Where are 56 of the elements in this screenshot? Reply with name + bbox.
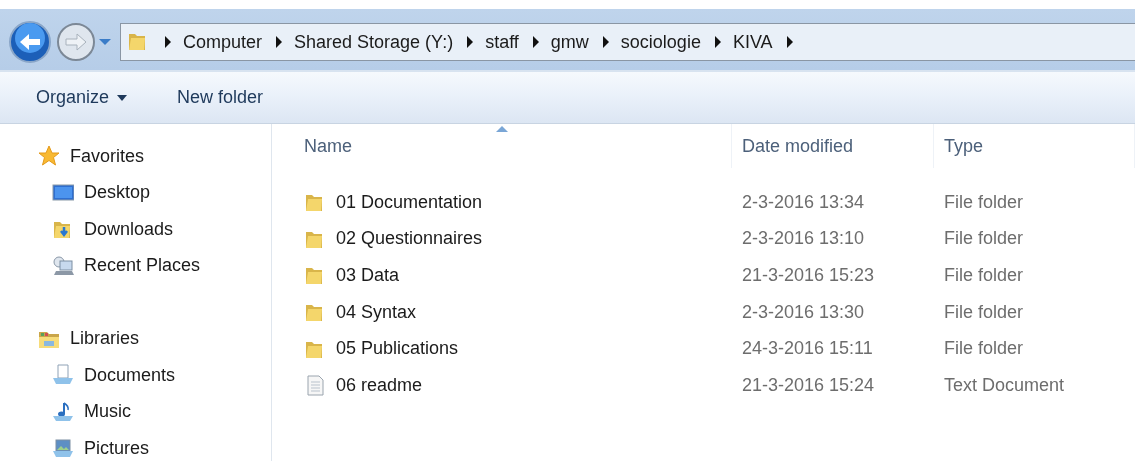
file-name[interactable]: 01 Documentation <box>336 191 483 213</box>
file-type: File folder <box>944 228 1024 249</box>
music-note-icon <box>52 400 74 423</box>
sidebar-item[interactable]: Downloads <box>0 211 174 248</box>
breadcrumb-item[interactable]: Shared Storage (Y:) <box>284 31 466 53</box>
sidebar-item[interactable]: Desktop <box>0 174 151 211</box>
chevron-icon <box>530 35 541 49</box>
breadcrumb-item[interactable]: Computer <box>173 31 275 53</box>
breadcrumb-item[interactable]: KIVA <box>722 31 785 53</box>
breadcrumb-item[interactable]: sociologie <box>610 31 713 53</box>
file-type: Text Document <box>944 374 1065 395</box>
date-modified: 2-3-2016 13:34 <box>742 191 865 212</box>
chevron-icon <box>712 35 723 49</box>
date-modified: 24-3-2016 15:11 <box>742 338 873 359</box>
date-modified: 21-3-2016 15:23 <box>742 265 875 285</box>
column-header[interactable]: Date modified <box>732 124 934 168</box>
address-bar[interactable]: Computer Shared Storage (Y:) staff gmw sociologie KIVA <box>120 23 1135 61</box>
recent-places-icon <box>52 254 74 277</box>
file-name[interactable]: 05 Publications <box>336 338 459 360</box>
column-header[interactable]: Name <box>272 124 732 168</box>
breadcrumb-item[interactable]: staff <box>475 31 531 53</box>
sidebar-item[interactable]: Music <box>0 393 131 430</box>
file-type: File folder <box>944 191 1024 212</box>
sidebar-item[interactable]: Favorites <box>0 138 145 175</box>
history-dropdown-button[interactable] <box>98 37 112 47</box>
sidebar-item[interactable]: Recent Places <box>0 247 201 284</box>
sort-arrow-icon <box>495 126 508 132</box>
column-header[interactable]: Type <box>934 124 1135 168</box>
documents-icon <box>52 364 74 387</box>
file-name[interactable]: 04 Syntax <box>336 301 417 323</box>
chevron-icon <box>600 35 611 49</box>
chevron-icon <box>274 35 285 49</box>
breadcrumb-item[interactable]: gmw <box>540 31 601 53</box>
sidebar-item[interactable]: Documents <box>0 357 176 394</box>
monitor-icon <box>52 181 74 204</box>
file-type: File folder <box>944 265 1024 285</box>
toolbar-button[interactable]: New folder <box>165 83 276 112</box>
file-name[interactable]: 06 readme <box>336 374 423 396</box>
file-type: File folder <box>944 338 1024 359</box>
date-modified: 2-3-2016 13:10 <box>742 228 865 249</box>
file-name[interactable]: 03 Data <box>336 265 400 286</box>
document-icon <box>304 374 326 397</box>
forward-button[interactable] <box>56 22 96 62</box>
back-button[interactable] <box>8 20 52 64</box>
sidebar-item[interactable]: Libraries <box>0 320 140 357</box>
toolbar-button[interactable]: Organize <box>24 83 140 112</box>
date-modified: 21-3-2016 15:24 <box>742 374 875 395</box>
sidebar-item[interactable]: Pictures <box>0 430 150 461</box>
file-name[interactable]: 02 Questionnaires <box>336 228 483 250</box>
chevron-icon <box>163 35 173 49</box>
chevron-icon <box>465 35 476 49</box>
file-type: File folder <box>944 301 1024 322</box>
date-modified: 2-3-2016 13:30 <box>742 301 865 322</box>
star-icon <box>38 145 60 168</box>
chevron-icon <box>784 35 795 49</box>
pictures-icon <box>52 437 74 460</box>
